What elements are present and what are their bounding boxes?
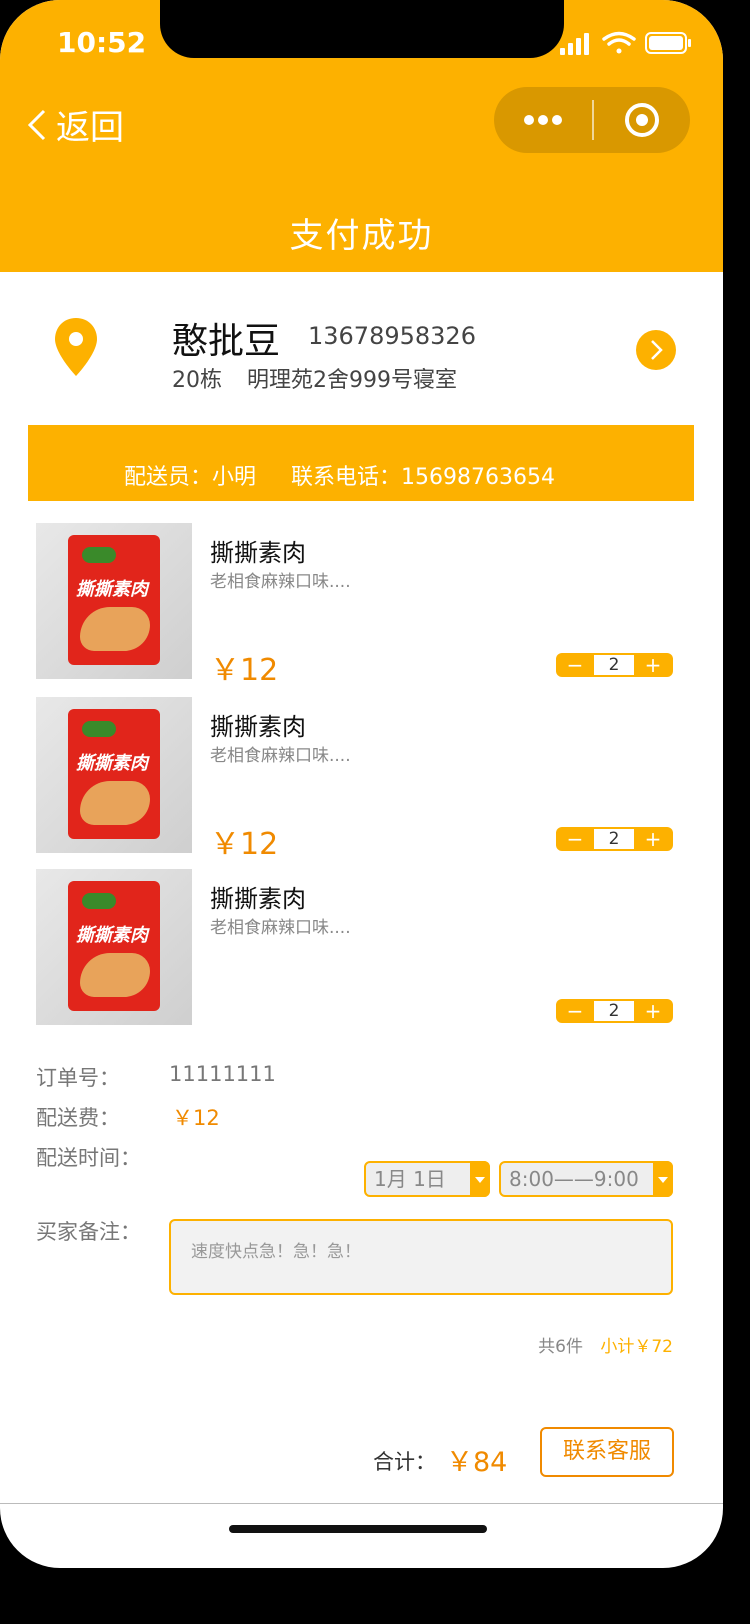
- food-illustration: [80, 953, 150, 997]
- footer-divider: [0, 1503, 723, 1504]
- address-arrow-button[interactable]: [636, 330, 676, 370]
- address-line: 20栋 明理苑2舍999号寝室: [172, 362, 457, 394]
- more-button[interactable]: [494, 87, 592, 153]
- courier-info: 配送员：小明 联系电话：15698763654: [124, 459, 561, 491]
- header: 10:52 返回 支付成功: [0, 0, 723, 272]
- delivery-fee-label: 配送费：: [36, 1106, 120, 1130]
- quantity-value[interactable]: 2: [594, 829, 634, 849]
- total-amount: ￥84: [446, 1447, 508, 1478]
- order-summary: 共6件 小计￥72: [538, 1332, 673, 1357]
- item-count: 共6件: [538, 1337, 583, 1357]
- increment-button[interactable]: +: [634, 827, 672, 851]
- food-illustration: [80, 781, 150, 825]
- quantity-stepper: − 2 +: [556, 653, 673, 677]
- product-image: 撕撕素肉: [36, 697, 192, 853]
- product-package: 撕撕素肉: [68, 535, 160, 665]
- chevron-right-icon: [651, 340, 663, 360]
- close-mini-program-button[interactable]: [594, 87, 690, 153]
- total-label: 合计：: [373, 1450, 436, 1474]
- back-label: 返回: [56, 108, 124, 148]
- date-select[interactable]: 1月 1日: [364, 1161, 490, 1197]
- contact-service-button[interactable]: 联系客服: [540, 1427, 674, 1477]
- chevron-left-icon: [27, 109, 46, 140]
- more-dots-icon: [524, 115, 562, 125]
- product-description: 老相食麻辣口味....: [210, 746, 351, 766]
- buyer-remark-field[interactable]: 速度快点急！急！急！: [169, 1219, 673, 1295]
- signal-icon: [560, 33, 589, 55]
- package-brand-text: 撕撕素肉: [76, 925, 148, 946]
- phone-screen: 10:52 返回 支付成功 憨批豆 13678958326 20栋 明理苑2舍9…: [0, 0, 723, 1568]
- courier-banner: 配送员：小明 联系电话：15698763654: [28, 425, 694, 501]
- date-select-value: 1月 1日: [374, 1167, 446, 1191]
- courier-phone: 联系电话：15698763654: [291, 465, 555, 490]
- address-card[interactable]: 憨批豆 13678958326 20栋 明理苑2舍999号寝室: [0, 272, 723, 422]
- wifi-icon: [602, 31, 636, 54]
- product-name: 撕撕素肉: [210, 885, 306, 913]
- list-item: 撕撕素肉 撕撕素肉 老相食麻辣口味.... ￥12 − 2 +: [36, 523, 686, 688]
- address-building: 20栋: [172, 368, 222, 393]
- dropdown-caret-icon: [653, 1161, 673, 1197]
- decrement-button[interactable]: −: [556, 999, 594, 1023]
- product-price: ￥12: [210, 827, 279, 862]
- product-name: 撕撕素肉: [210, 539, 306, 567]
- order-number-label: 订单号：: [36, 1066, 120, 1090]
- delivery-fee: ￥12: [172, 1106, 220, 1130]
- product-name: 撕撕素肉: [210, 713, 306, 741]
- product-image: 撕撕素肉: [36, 523, 192, 679]
- list-item: 撕撕素肉 撕撕素肉 老相食麻辣口味.... ￥12 − 2 +: [36, 697, 686, 862]
- quantity-stepper: − 2 +: [556, 999, 673, 1023]
- order-number: 11111111: [169, 1062, 276, 1086]
- status-icons: [560, 31, 691, 55]
- home-indicator[interactable]: [229, 1525, 487, 1533]
- list-item: 撕撕素肉 撕撕素肉 老相食麻辣口味.... − 2 +: [36, 869, 686, 1025]
- quantity-value[interactable]: 2: [594, 1001, 634, 1021]
- time-select[interactable]: 8:00——9:00: [499, 1161, 673, 1197]
- product-image: 撕撕素肉: [36, 869, 192, 1025]
- courier-name: 配送员：小明: [124, 465, 257, 490]
- recipient-name: 憨批豆: [172, 321, 281, 362]
- product-price: ￥12: [210, 653, 279, 688]
- status-time: 10:52: [57, 26, 147, 59]
- decrement-button[interactable]: −: [556, 827, 594, 851]
- buyer-remark-label: 买家备注：: [36, 1220, 141, 1244]
- product-description: 老相食麻辣口味....: [210, 918, 351, 938]
- mini-program-capsule: [494, 87, 690, 153]
- delivery-time-label: 配送时间：: [36, 1146, 141, 1170]
- product-package: 撕撕素肉: [68, 881, 160, 1011]
- address-detail: 明理苑2舍999号寝室: [247, 368, 457, 393]
- decrement-button[interactable]: −: [556, 653, 594, 677]
- brand-logo: [82, 893, 116, 909]
- quantity-value[interactable]: 2: [594, 655, 634, 675]
- time-select-value: 8:00——9:00: [509, 1167, 639, 1191]
- recipient-phone: 13678958326: [308, 322, 476, 350]
- increment-button[interactable]: +: [634, 653, 672, 677]
- page-title: 支付成功: [289, 216, 434, 256]
- product-description: 老相食麻辣口味....: [210, 572, 351, 592]
- package-brand-text: 撕撕素肉: [76, 753, 148, 774]
- quantity-stepper: − 2 +: [556, 827, 673, 851]
- brand-logo: [82, 721, 116, 737]
- food-illustration: [80, 607, 150, 651]
- product-package: 撕撕素肉: [68, 709, 160, 839]
- location-pin-icon: [55, 318, 97, 376]
- target-circle-icon: [625, 103, 659, 137]
- package-brand-text: 撕撕素肉: [76, 579, 148, 600]
- battery-icon: [645, 32, 691, 54]
- notch: [160, 0, 564, 58]
- subtotal: 小计￥72: [600, 1337, 673, 1357]
- dropdown-caret-icon: [470, 1161, 490, 1197]
- back-button[interactable]: 返回: [24, 100, 124, 149]
- increment-button[interactable]: +: [634, 999, 672, 1023]
- brand-logo: [82, 547, 116, 563]
